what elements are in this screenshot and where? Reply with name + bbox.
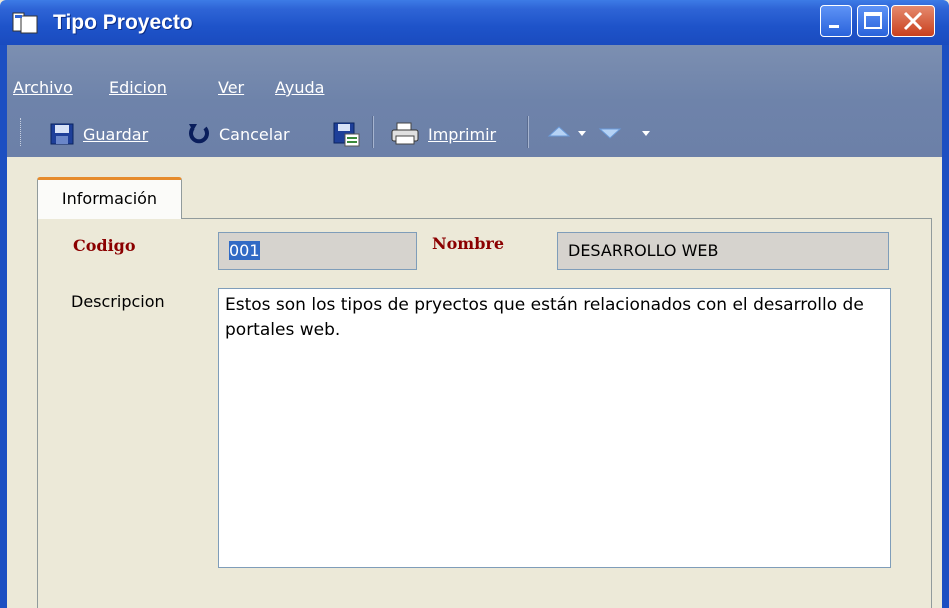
imprimir-button[interactable]: Imprimir <box>390 122 496 146</box>
cancelar-button[interactable]: Cancelar <box>187 122 290 146</box>
codigo-label: Codigo <box>73 236 136 255</box>
minimize-button[interactable] <box>820 5 852 37</box>
toolbar-grip[interactable] <box>20 118 24 146</box>
guardar-label: Guardar <box>83 124 149 144</box>
arrow-down-icon <box>598 128 650 139</box>
menu-ayuda[interactable]: Ayuda <box>275 78 324 97</box>
maximize-icon <box>864 12 882 29</box>
undo-icon <box>189 124 209 144</box>
window-border-left <box>0 45 7 608</box>
close-button[interactable] <box>891 5 935 37</box>
descripcion-textarea[interactable]: Estos son los tipos de pryectos que está… <box>218 288 891 568</box>
previous-record-button[interactable] <box>547 122 591 142</box>
guardar-button[interactable]: Guardar <box>49 122 148 146</box>
codigo-value: 001 <box>229 241 260 260</box>
codigo-field[interactable]: 001 <box>218 232 417 270</box>
imprimir-label: Imprimir <box>428 124 497 144</box>
maximize-button[interactable] <box>857 5 889 37</box>
window-border-right <box>942 45 949 608</box>
save-icon <box>50 123 74 145</box>
window-title: Tipo Proyecto <box>53 11 193 34</box>
menu-archivo[interactable]: Archivo <box>13 78 73 97</box>
menu-ver[interactable]: Ver <box>218 78 244 97</box>
minimize-icon <box>829 25 839 28</box>
app-window: Tipo Proyecto Archivo Edicion Ver Ayuda <box>0 0 949 608</box>
toolbar-separator <box>372 116 374 148</box>
title-bar[interactable]: Tipo Proyecto <box>0 0 949 45</box>
print-icon <box>391 122 419 145</box>
next-record-button[interactable] <box>596 122 660 142</box>
tab-informacion[interactable]: Información <box>37 177 182 219</box>
close-icon <box>903 11 923 31</box>
toolbar-separator <box>527 116 529 148</box>
menu-edicion[interactable]: Edicion <box>109 78 167 97</box>
nombre-label: Nombre <box>432 234 505 253</box>
cancelar-label: Cancelar <box>219 124 290 144</box>
save-as-icon <box>333 122 360 147</box>
descripcion-label: Descripcion <box>71 292 165 311</box>
window-icon <box>12 12 38 34</box>
save-as-button[interactable] <box>333 122 361 148</box>
arrow-up-icon <box>547 126 586 137</box>
nombre-field[interactable]: DESARROLLO WEB <box>557 232 889 270</box>
